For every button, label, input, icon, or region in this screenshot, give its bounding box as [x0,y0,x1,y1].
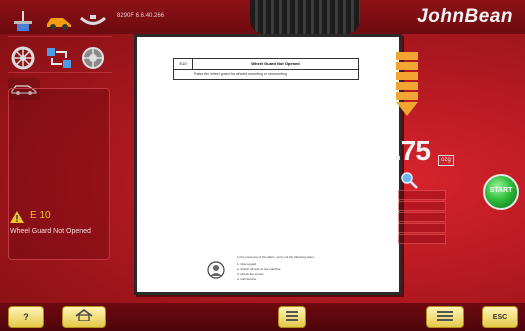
help-button[interactable]: ? [8,306,44,328]
car-icon[interactable] [44,8,74,36]
tire-graphic [250,0,360,34]
swap-icon[interactable] [44,44,74,72]
icon-separator [8,36,112,37]
menu-button[interactable] [278,306,306,328]
machine-screen: 8290F 6.6.40.266 JohnBean E 10 Wheel Gua… [0,0,525,331]
esc-label: ESC [492,313,508,321]
wheel-gear-icon[interactable] [78,44,108,72]
error-description: Raise the wheel guard for wheels mountin… [194,72,287,76]
error-dialog[interactable]: E10 Wheel Guard Not Opened Raise the whe… [134,34,402,295]
weight-bar [398,201,446,211]
menu-icon [286,308,298,326]
balance-arrow-indicator [396,52,418,118]
footer-line: 2. Switch off and on the machine [237,267,281,271]
help-label: ? [23,312,29,322]
weight-bar [398,223,446,233]
technician-icon [207,261,225,284]
weight-bar [398,234,446,244]
warning-code: E 10 [30,210,51,221]
balance-readout: .75 [394,135,431,166]
esc-button[interactable]: ESC [482,306,518,328]
balancer-arm-icon[interactable] [8,8,38,36]
footer-line: 1. Open guard [237,262,257,266]
start-button[interactable]: START [483,174,519,210]
weight-bar [398,190,446,200]
list-button[interactable] [426,306,464,328]
weight-icon[interactable] [78,8,108,36]
home-button[interactable] [62,306,106,328]
weight-bars [398,190,446,254]
wheel-icon[interactable] [8,44,38,72]
warning-message: Wheel Guard Not Opened [10,228,91,235]
error-table: E10 Wheel Guard Not Opened Raise the whe… [173,58,359,80]
start-label: START [489,187,513,194]
footer-line: 4. Call Service [237,277,257,281]
error-title-cell: Wheel Guard Not Opened [251,61,300,66]
icon-separator [8,72,112,73]
list-icon [437,308,453,326]
footer-line: In the presence of this alarm, carry out… [237,255,315,259]
weight-bar [398,212,446,222]
unit-label[interactable]: ozg [438,155,454,166]
error-code-cell: E10 [174,59,193,69]
warning-triangle-icon [10,210,24,228]
version-info: 8290F 6.6.40.266 [117,13,165,19]
home-icon [75,308,93,326]
brand-logo: JohnBean [417,6,513,27]
footer-line: 3. Check the sensor [237,272,264,276]
dialog-footer: In the presence of this alarm, carry out… [207,255,397,291]
